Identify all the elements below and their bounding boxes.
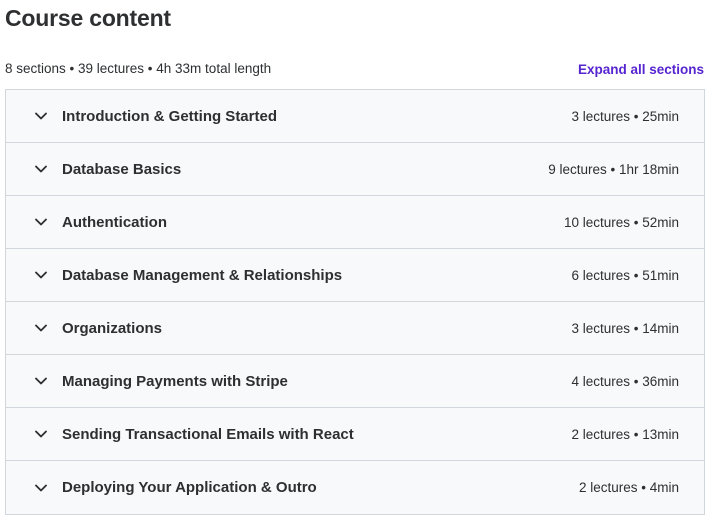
- section-header[interactable]: Authentication 10 lectures • 52min: [6, 196, 704, 249]
- section-meta: 3 lectures • 25min: [571, 108, 679, 124]
- section-header[interactable]: Managing Payments with Stripe 4 lectures…: [6, 355, 704, 408]
- expand-all-sections-button[interactable]: Expand all sections: [578, 61, 704, 79]
- section-title: Introduction & Getting Started: [62, 107, 277, 125]
- section-meta: 6 lectures • 51min: [571, 267, 679, 283]
- chevron-down-icon: [34, 162, 48, 176]
- chevron-down-icon: [34, 427, 48, 441]
- chevron-down-icon: [34, 268, 48, 282]
- section-title: Sending Transactional Emails with React: [62, 425, 354, 443]
- course-summary: 8 sections • 39 lectures • 4h 33m total …: [5, 61, 272, 76]
- chevron-down-icon: [34, 321, 48, 335]
- section-header[interactable]: Organizations 3 lectures • 14min: [6, 302, 704, 355]
- section-meta: 10 lectures • 52min: [563, 214, 679, 230]
- section-list: Introduction & Getting Started 3 lecture…: [5, 89, 705, 515]
- chevron-down-icon: [34, 481, 48, 495]
- page-title: Course content: [5, 5, 171, 31]
- course-content-panel: Course content 8 sections • 39 lectures …: [0, 0, 711, 521]
- section-meta: 9 lectures • 1hr 18min: [548, 161, 679, 177]
- section-title: Database Management & Relationships: [62, 266, 343, 284]
- section-meta: 2 lectures • 4min: [578, 480, 679, 495]
- section-header[interactable]: Database Basics 9 lectures • 1hr 18min: [6, 143, 704, 196]
- chevron-down-icon: [34, 109, 48, 123]
- section-header[interactable]: Database Management & Relationships 6 le…: [6, 249, 704, 302]
- section-title: Deploying Your Application & Outro: [62, 479, 317, 496]
- section-header[interactable]: Deploying Your Application & Outro 2 lec…: [6, 461, 704, 514]
- section-title: Organizations: [62, 319, 163, 337]
- section-header[interactable]: Sending Transactional Emails with React …: [6, 408, 704, 461]
- chevron-down-icon: [34, 374, 48, 388]
- section-meta: 3 lectures • 14min: [571, 320, 679, 336]
- section-meta: 2 lectures • 13min: [571, 426, 679, 442]
- section-title: Database Basics: [62, 160, 182, 178]
- section-title: Authentication: [62, 213, 167, 231]
- section-title: Managing Payments with Stripe: [62, 372, 288, 390]
- chevron-down-icon: [34, 215, 48, 229]
- section-header[interactable]: Introduction & Getting Started 3 lecture…: [6, 90, 704, 143]
- section-meta: 4 lectures • 36min: [571, 373, 679, 389]
